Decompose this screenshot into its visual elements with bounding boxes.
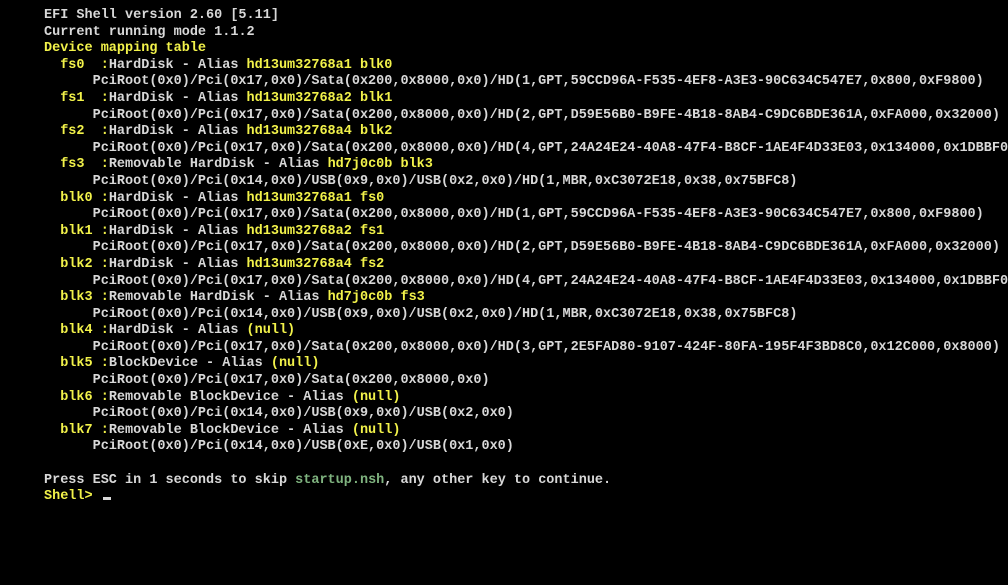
device-path: PciRoot(0x0)/Pci(0x17,0x0)/Sata(0x200,0x… xyxy=(44,373,1008,390)
device-path: PciRoot(0x0)/Pci(0x14,0x0)/USB(0x9,0x0)/… xyxy=(44,174,1008,191)
alias-label: Alias xyxy=(303,390,352,405)
device-name: blk2 : xyxy=(60,257,109,272)
device-type: HardDisk - xyxy=(109,124,198,139)
device-entry: blk2 :HardDisk - Alias hd13um32768a4 fs2 xyxy=(44,257,1008,274)
device-path: PciRoot(0x0)/Pci(0x17,0x0)/Sata(0x200,0x… xyxy=(44,240,1008,257)
device-type: Removable BlockDevice - xyxy=(109,390,303,405)
device-type: Removable HardDisk - xyxy=(109,290,279,305)
device-name: blk4 : xyxy=(60,323,109,338)
device-path: PciRoot(0x0)/Pci(0x17,0x0)/Sata(0x200,0x… xyxy=(44,108,1008,125)
device-entry: fs0 :HardDisk - Alias hd13um32768a1 blk0 xyxy=(44,58,1008,75)
device-entry: blk3 :Removable HardDisk - Alias hd7j0c0… xyxy=(44,290,1008,307)
device-entry: blk1 :HardDisk - Alias hd13um32768a2 fs1 xyxy=(44,224,1008,241)
header-line-table: Device mapping table xyxy=(44,41,1008,58)
device-path: PciRoot(0x0)/Pci(0x17,0x0)/Sata(0x200,0x… xyxy=(44,340,1008,357)
device-name: blk5 : xyxy=(60,356,109,371)
alias-label: Alias xyxy=(222,356,271,371)
device-path: PciRoot(0x0)/Pci(0x14,0x0)/USB(0x9,0x0)/… xyxy=(44,307,1008,324)
device-path: PciRoot(0x0)/Pci(0x17,0x0)/Sata(0x200,0x… xyxy=(44,141,1008,158)
footer-press-line: Press ESC in 1 seconds to skip startup.n… xyxy=(44,473,1008,490)
device-alias: (null) xyxy=(352,423,401,438)
device-type: HardDisk - xyxy=(109,257,198,272)
alias-label: Alias xyxy=(198,224,247,239)
header-line-version: EFI Shell version 2.60 [5.11] xyxy=(44,8,1008,25)
device-alias: (null) xyxy=(271,356,320,371)
device-entry: blk0 :HardDisk - Alias hd13um32768a1 fs0 xyxy=(44,191,1008,208)
device-entry: fs3 :Removable HardDisk - Alias hd7j0c0b… xyxy=(44,157,1008,174)
device-name: fs3 : xyxy=(60,157,109,172)
device-alias: hd7j0c0b fs3 xyxy=(328,290,425,305)
device-name: blk7 : xyxy=(60,423,109,438)
device-name: fs0 : xyxy=(60,58,109,73)
alias-label: Alias xyxy=(198,124,247,139)
device-type: BlockDevice - xyxy=(109,356,222,371)
device-entry: blk5 :BlockDevice - Alias (null) xyxy=(44,356,1008,373)
device-alias: (null) xyxy=(247,323,296,338)
device-alias: hd13um32768a1 blk0 xyxy=(247,58,393,73)
device-entry: blk4 :HardDisk - Alias (null) xyxy=(44,323,1008,340)
device-path: PciRoot(0x0)/Pci(0x17,0x0)/Sata(0x200,0x… xyxy=(44,274,1008,291)
device-type: HardDisk - xyxy=(109,323,198,338)
device-type: Removable HardDisk - xyxy=(109,157,279,172)
device-mapping-list: fs0 :HardDisk - Alias hd13um32768a1 blk0… xyxy=(44,58,1008,456)
device-type: HardDisk - xyxy=(109,191,198,206)
device-alias: hd13um32768a2 blk1 xyxy=(247,91,393,106)
device-alias: hd13um32768a1 fs0 xyxy=(247,191,385,206)
device-entry: fs2 :HardDisk - Alias hd13um32768a4 blk2 xyxy=(44,124,1008,141)
shell-prompt[interactable]: Shell> xyxy=(44,489,1008,506)
device-alias: hd13um32768a2 fs1 xyxy=(247,224,385,239)
device-alias: (null) xyxy=(352,390,401,405)
device-name: blk6 : xyxy=(60,390,109,405)
device-path: PciRoot(0x0)/Pci(0x14,0x0)/USB(0x9,0x0)/… xyxy=(44,406,1008,423)
alias-label: Alias xyxy=(303,423,352,438)
device-name: blk0 : xyxy=(60,191,109,206)
alias-label: Alias xyxy=(198,323,247,338)
alias-label: Alias xyxy=(198,191,247,206)
alias-label: Alias xyxy=(198,58,247,73)
device-alias: hd13um32768a4 blk2 xyxy=(247,124,393,139)
header-line-mode: Current running mode 1.1.2 xyxy=(44,25,1008,42)
device-path: PciRoot(0x0)/Pci(0x17,0x0)/Sata(0x200,0x… xyxy=(44,207,1008,224)
alias-label: Alias xyxy=(279,290,328,305)
device-entry: blk7 :Removable BlockDevice - Alias (nul… xyxy=(44,423,1008,440)
alias-label: Alias xyxy=(279,157,328,172)
cursor-icon xyxy=(103,497,111,500)
efi-shell-terminal[interactable]: EFI Shell version 2.60 [5.11] Current ru… xyxy=(44,8,1008,506)
blank-line xyxy=(44,456,1008,473)
device-name: blk1 : xyxy=(60,224,109,239)
device-entry: fs1 :HardDisk - Alias hd13um32768a2 blk1 xyxy=(44,91,1008,108)
device-type: HardDisk - xyxy=(109,91,198,106)
device-name: fs1 : xyxy=(60,91,109,106)
device-path: PciRoot(0x0)/Pci(0x17,0x0)/Sata(0x200,0x… xyxy=(44,74,1008,91)
device-alias: hd7j0c0b blk3 xyxy=(328,157,433,172)
device-alias: hd13um32768a4 fs2 xyxy=(247,257,385,272)
device-entry: blk6 :Removable BlockDevice - Alias (nul… xyxy=(44,390,1008,407)
device-name: fs2 : xyxy=(60,124,109,139)
device-type: HardDisk - xyxy=(109,224,198,239)
alias-label: Alias xyxy=(198,91,247,106)
device-type: HardDisk - xyxy=(109,58,198,73)
alias-label: Alias xyxy=(198,257,247,272)
device-name: blk3 : xyxy=(60,290,109,305)
device-type: Removable BlockDevice - xyxy=(109,423,303,438)
device-path: PciRoot(0x0)/Pci(0x14,0x0)/USB(0xE,0x0)/… xyxy=(44,439,1008,456)
